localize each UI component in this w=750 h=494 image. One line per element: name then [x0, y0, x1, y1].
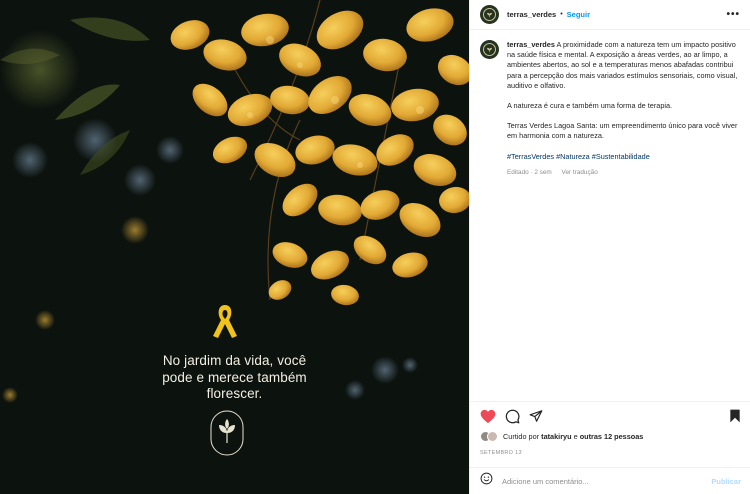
liked-by-user[interactable]: tatakiryu: [541, 432, 571, 441]
action-bar: [470, 401, 750, 430]
caption-paragraph: A natureza é cura e também uma forma de …: [507, 101, 673, 111]
likes-summary: Curtido por tatakiryu e outras 12 pessoa…: [480, 431, 643, 442]
edited-label: Editado · 2 sem: [507, 168, 552, 176]
avatar[interactable]: [480, 5, 499, 24]
avatar[interactable]: [487, 431, 498, 442]
share-icon[interactable]: [529, 409, 543, 423]
liked-by-prefix: Curtido por: [503, 432, 540, 441]
post-overlay-text: No jardim da vida, você pode e merece ta…: [0, 353, 469, 403]
caption-username[interactable]: terras_verdes: [507, 40, 555, 49]
comment-bar: Publicar: [470, 467, 750, 494]
bookmark-icon[interactable]: [729, 409, 741, 423]
header-username[interactable]: terras_verdes: [507, 10, 556, 19]
post-header: terras_verdes • Seguir •••: [470, 0, 750, 30]
liked-by-and: e: [573, 432, 578, 441]
comment-input[interactable]: [502, 476, 712, 486]
liked-by-others[interactable]: outras 12 pessoas: [580, 432, 644, 441]
emoji-icon[interactable]: [480, 472, 493, 490]
caption-text: terras_verdes A proximidade com a nature…: [507, 40, 740, 400]
caption-section: terras_verdes A proximidade com a nature…: [470, 30, 750, 400]
overlay-line: No jardim da vida, você: [162, 353, 307, 368]
heart-icon[interactable]: [480, 409, 496, 424]
more-options-icon[interactable]: •••: [726, 9, 740, 20]
sprout-icon: [487, 12, 492, 18]
overlay-line: pode e merece também: [162, 369, 307, 385]
comment-icon[interactable]: [505, 409, 520, 424]
post-date[interactable]: SETEMBRO 13: [480, 450, 522, 456]
post-side-panel: terras_verdes • Seguir ••• terras_verdes…: [469, 0, 750, 494]
sprout-icon: [487, 47, 492, 53]
avatar[interactable]: [480, 40, 499, 59]
separator-dot: •: [560, 11, 563, 18]
hashtags-link[interactable]: #TerrasVerdes #Natureza #Sustentabilidad…: [507, 152, 740, 162]
publish-button[interactable]: Publicar: [711, 477, 741, 486]
caption-paragraph: Terras Verdes Lagoa Santa: um empreendim…: [507, 121, 738, 141]
sprout-emblem-icon: [210, 410, 244, 456]
caption-meta: Editado · 2 sem Ver tradução: [507, 168, 740, 178]
overlay-line: florescer.: [206, 386, 263, 401]
yellow-ribbon-icon: [213, 305, 237, 338]
see-translation-link[interactable]: Ver tradução: [562, 169, 598, 176]
instagram-post-view: No jardim da vida, você pode e merece ta…: [0, 0, 750, 494]
post-image[interactable]: No jardim da vida, você pode e merece ta…: [0, 0, 469, 494]
follow-button[interactable]: Seguir: [567, 10, 590, 19]
